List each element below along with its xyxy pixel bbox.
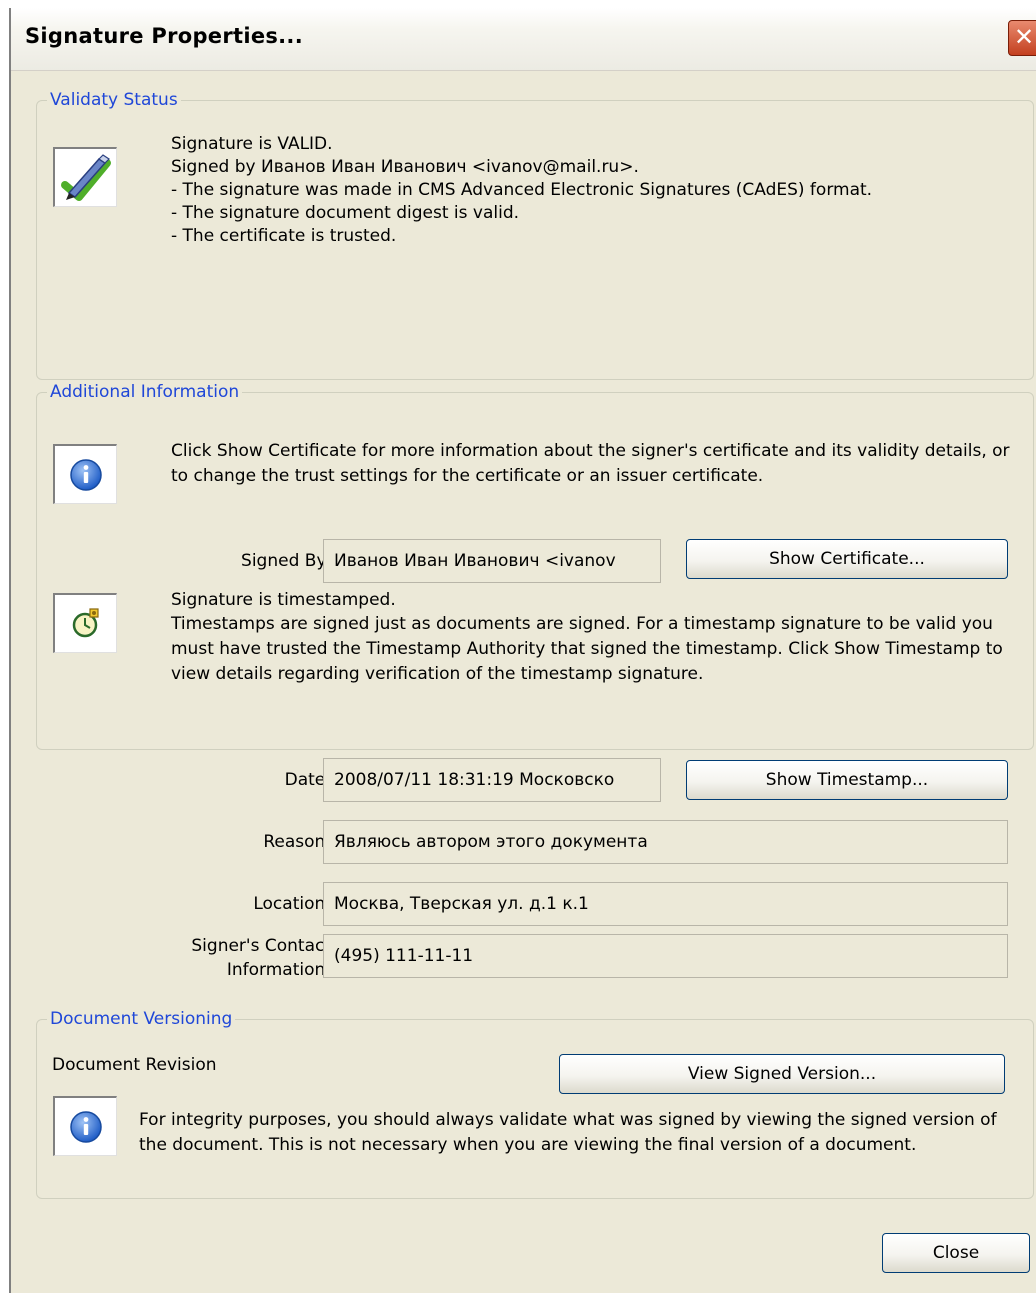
validity-status-legend: Validaty Status bbox=[47, 89, 181, 111]
certificate-info-text: Click Show Certificate for more informat… bbox=[171, 441, 1010, 486]
close-button[interactable]: Close bbox=[882, 1233, 1030, 1273]
signature-valid-icon-box bbox=[53, 147, 117, 207]
close-window-icon[interactable]: ✕ bbox=[1008, 20, 1036, 56]
additional-info-group: Additional Information Click Show Certif… bbox=[36, 381, 1034, 980]
signed-by-label: Signed By: bbox=[241, 551, 331, 571]
timestamp-title: Signature is timestamped. bbox=[171, 590, 396, 610]
validity-line-5: - The certificate is trusted. bbox=[171, 226, 397, 246]
versioning-info-text: For integrity purposes, you should alway… bbox=[139, 1110, 997, 1155]
validity-status-group: Validaty Status Signature is VALID. Sign… bbox=[36, 89, 1034, 380]
location-field[interactable]: Москва, Тверская ул. д.1 к.1 bbox=[323, 882, 1008, 926]
signature-valid-pen-check-icon bbox=[61, 154, 111, 201]
validity-line-1: Signature is VALID. bbox=[171, 134, 333, 154]
contact-label-line-1: Signer's Contact bbox=[191, 936, 331, 956]
view-signed-version-button[interactable]: View Signed Version... bbox=[559, 1054, 1005, 1094]
timestamp-info-text: Timestamps are signed just as documents … bbox=[171, 614, 1003, 684]
validity-line-2: Signed by Иванов Иван Иванович <ivanov@m… bbox=[171, 157, 639, 177]
additional-info-legend: Additional Information bbox=[47, 381, 243, 403]
dialog-title: Signature Properties... bbox=[25, 24, 303, 48]
info-icon bbox=[70, 459, 102, 491]
contact-field[interactable]: (495) 111-11-11 bbox=[323, 934, 1008, 978]
reason-field[interactable]: Являюсь автором этого документа bbox=[323, 820, 1008, 864]
info-icon-box bbox=[53, 444, 117, 504]
date-field[interactable]: 2008/07/11 18:31:19 Московско bbox=[323, 758, 661, 802]
contact-label-line-2: Information: bbox=[226, 960, 331, 980]
document-revision-label: Document Revision bbox=[52, 1055, 217, 1075]
title-bar[interactable]: Signature Properties... ✕ bbox=[11, 8, 1036, 71]
signature-properties-dialog: Signature Properties... ✕ Validaty Statu… bbox=[9, 8, 1036, 1293]
signed-by-field[interactable]: Иванов Иван Иванович <ivanov bbox=[323, 539, 661, 583]
validity-line-4: - The signature document digest is valid… bbox=[171, 203, 520, 223]
show-timestamp-button[interactable]: Show Timestamp... bbox=[686, 760, 1008, 800]
timestamp-icon-box bbox=[53, 593, 117, 653]
date-label: Date: bbox=[284, 770, 331, 790]
timestamp-clock-icon bbox=[72, 608, 99, 638]
location-label: Location: bbox=[253, 894, 331, 914]
versioning-info-icon-box bbox=[53, 1096, 117, 1156]
document-versioning-legend: Document Versioning bbox=[47, 1008, 236, 1030]
document-versioning-group: Document Versioning Document Revision Vi… bbox=[36, 1008, 1034, 1199]
info-icon bbox=[70, 1111, 102, 1143]
show-certificate-button[interactable]: Show Certificate... bbox=[686, 539, 1008, 579]
validity-line-3: - The signature was made in CMS Advanced… bbox=[171, 180, 873, 200]
reason-label: Reason: bbox=[263, 832, 331, 852]
